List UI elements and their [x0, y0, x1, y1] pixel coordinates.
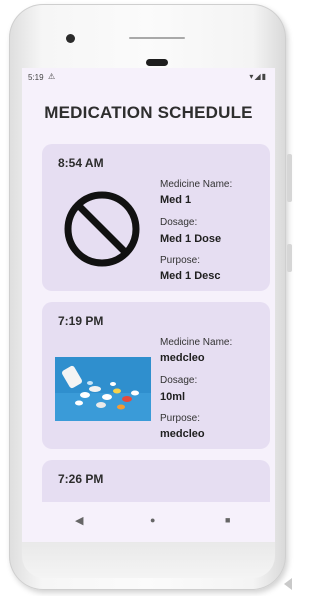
signal-battery-icons: ▾◢▮ — [249, 72, 267, 81]
medicine-name-value: medcleo — [160, 352, 205, 364]
power-button — [287, 244, 292, 272]
medication-card[interactable]: 7:19 PM Medicine Name: medcleo Dosage: 1… — [42, 302, 270, 449]
reminder-time: 8:54 AM — [58, 156, 104, 170]
purpose-label: Purpose: — [160, 255, 201, 266]
purpose-value: medcleo — [160, 428, 205, 440]
recents-button[interactable]: ■ — [225, 515, 230, 525]
reminder-time: 7:26 PM — [58, 472, 104, 486]
page-title: MEDICATION SCHEDULE — [44, 103, 253, 122]
reminder-time: 7:19 PM — [58, 314, 104, 328]
app-screen: 5:19 ⚠ ▾◢▮ MEDICATION SCHEDULE 8:54 AM M… — [22, 68, 275, 542]
earpiece-speaker — [129, 37, 185, 39]
corner-arrow-icon — [284, 578, 292, 590]
alert-icon: ⚠ — [48, 72, 56, 81]
dosage-value: Med 1 Dose — [160, 233, 222, 245]
dosage-label: Dosage: — [160, 217, 198, 228]
phone-chin — [22, 542, 275, 578]
medicine-name-label: Medicine Name: — [160, 337, 233, 348]
medicine-name-value: Med 1 — [160, 194, 192, 206]
volume-button — [287, 154, 292, 202]
dosage-label: Dosage: — [160, 375, 198, 386]
medication-list[interactable]: 8:54 AM Medicine Name: Med 1 Dosage: Med… — [42, 144, 270, 542]
purpose-value: Med 1 Desc — [160, 270, 221, 282]
status-time: 5:19 — [28, 73, 44, 82]
pills-photo — [55, 357, 151, 426]
medication-card[interactable]: 8:54 AM Medicine Name: Med 1 Dosage: Med… — [42, 144, 270, 291]
back-button[interactable]: ◀ — [75, 514, 83, 527]
proximity-sensor — [146, 59, 168, 66]
medicine-name-label: Medicine Name: — [160, 179, 233, 190]
purpose-label: Purpose: — [160, 413, 201, 424]
system-nav-bar: ◀ ● ■ — [22, 502, 275, 542]
home-button[interactable]: ● — [150, 515, 155, 525]
dosage-value: 10ml — [160, 391, 186, 403]
front-camera — [66, 34, 75, 43]
no-image-placeholder-icon — [62, 189, 142, 274]
status-bar: 5:19 ⚠ ▾◢▮ — [22, 68, 275, 86]
